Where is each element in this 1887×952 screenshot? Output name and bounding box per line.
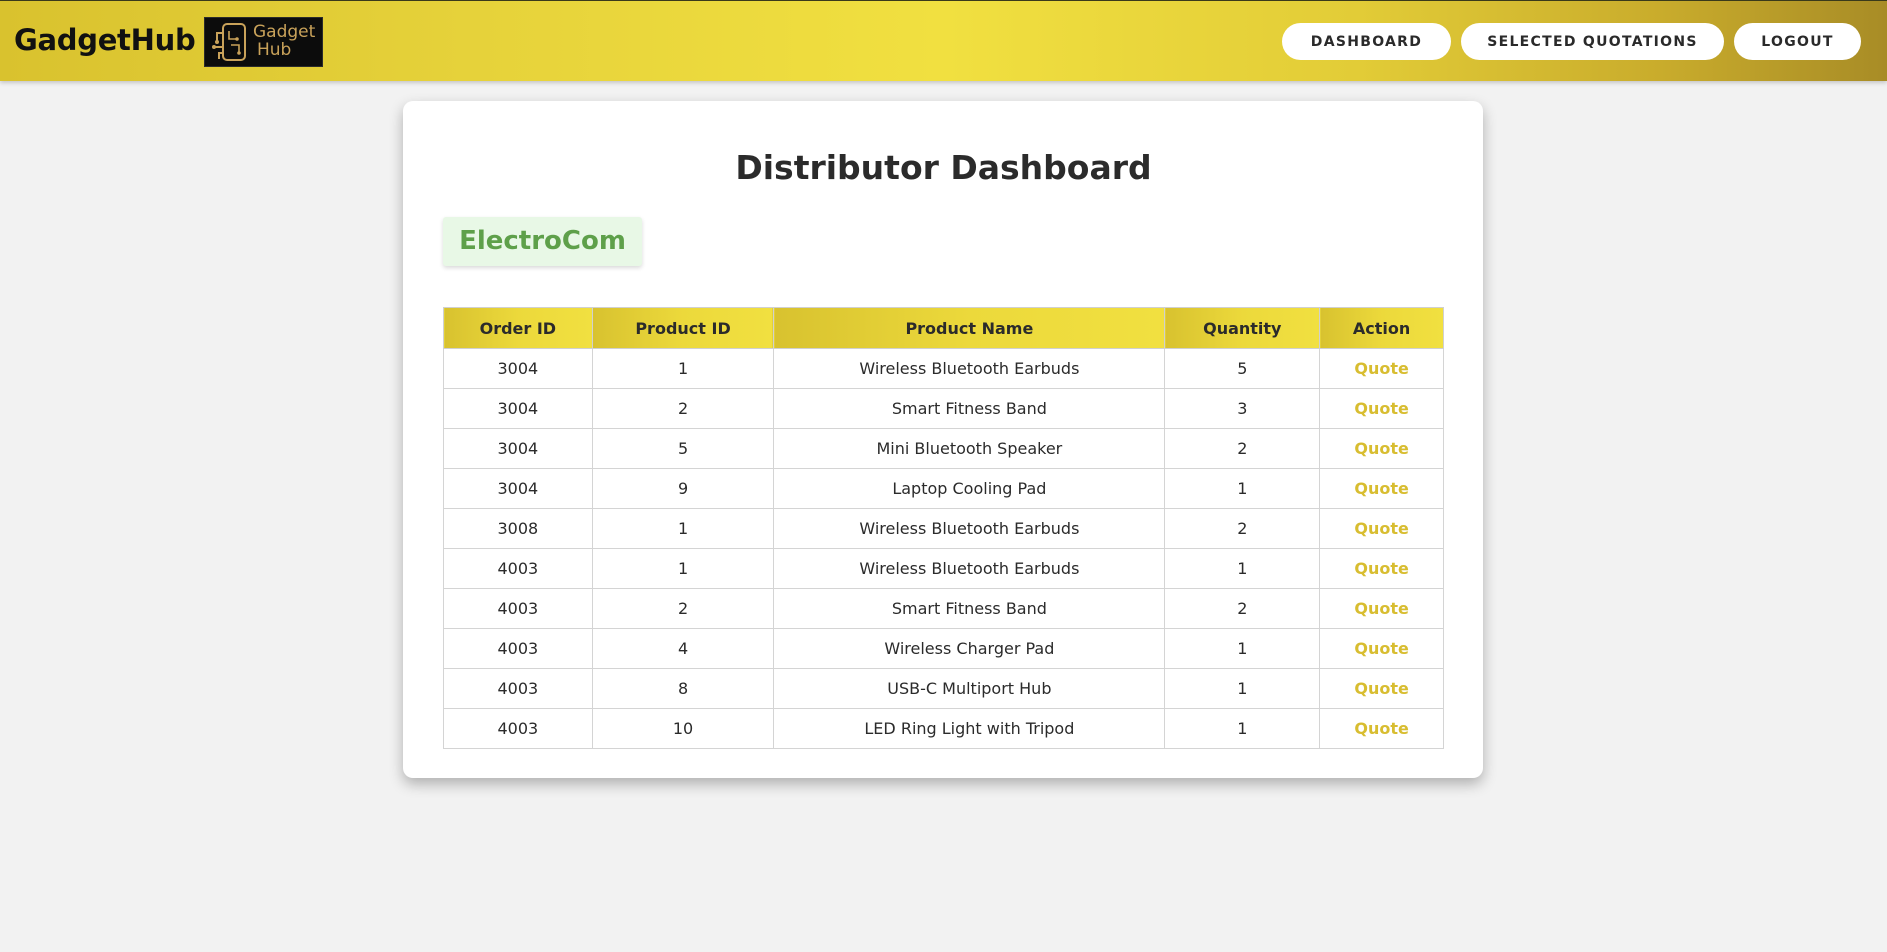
table-row: 3008 1 Wireless Bluetooth Earbuds 2 Quot… [443,508,1444,549]
action-cell: Quote [1319,708,1444,749]
table-header-row: Order ID Product ID Product Name Quantit… [443,307,1444,349]
table-row: 4003 4 Wireless Charger Pad 1 Quote [443,628,1444,669]
action-cell: Quote [1319,508,1444,549]
quantity-cell: 2 [1164,588,1321,629]
action-cell: Quote [1319,548,1444,589]
product-name-cell: Laptop Cooling Pad [773,468,1166,509]
product-name-cell: Wireless Bluetooth Earbuds [773,348,1166,389]
product-name-cell: Smart Fitness Band [773,388,1166,429]
quantity-cell: 5 [1164,348,1321,389]
quantity-cell: 1 [1164,468,1321,509]
quote-link[interactable]: Quote [1354,439,1408,458]
order-id-cell: 4003 [443,588,593,629]
order-id-cell: 3004 [443,428,593,469]
product-id-cell: 2 [591,588,775,629]
table-row: 4003 10 LED Ring Light with Tripod 1 Quo… [443,708,1444,749]
quote-link[interactable]: Quote [1354,479,1408,498]
brand-name[interactable]: GadgetHub [14,23,196,57]
quantity-cell: 1 [1164,628,1321,669]
quantity-cell: 1 [1164,668,1321,709]
product-name-cell: USB-C Multiport Hub [773,668,1166,709]
table-row: 3004 2 Smart Fitness Band 3 Quote [443,388,1444,429]
action-cell: Quote [1319,348,1444,389]
quote-link[interactable]: Quote [1354,519,1408,538]
circuit-chip-icon [212,23,246,61]
product-name-cell: Wireless Bluetooth Earbuds [773,508,1166,549]
table-row: 4003 1 Wireless Bluetooth Earbuds 1 Quot… [443,548,1444,589]
order-id-cell: 3004 [443,348,593,389]
product-id-cell: 5 [591,428,775,469]
action-cell: Quote [1319,628,1444,669]
table-row: 4003 2 Smart Fitness Band 2 Quote [443,588,1444,629]
order-id-cell: 3008 [443,508,593,549]
quote-link[interactable]: Quote [1354,359,1408,378]
action-cell: Quote [1319,588,1444,629]
quantity-cell: 1 [1164,708,1321,749]
action-cell: Quote [1319,428,1444,469]
quantity-cell: 3 [1164,388,1321,429]
quote-link[interactable]: Quote [1354,399,1408,418]
orders-table: Order ID Product ID Product Name Quantit… [443,307,1444,749]
product-id-cell: 2 [591,388,775,429]
dashboard-button[interactable]: DASHBOARD [1282,23,1451,60]
action-cell: Quote [1319,468,1444,509]
order-id-cell: 4003 [443,708,593,749]
column-header-action: Action [1319,307,1444,349]
product-name-cell: Mini Bluetooth Speaker [773,428,1166,469]
quantity-cell: 1 [1164,548,1321,589]
order-id-cell: 4003 [443,548,593,589]
order-id-cell: 3004 [443,388,593,429]
page-title: Distributor Dashboard [735,148,1152,187]
product-id-cell: 10 [591,708,775,749]
product-name-cell: Wireless Bluetooth Earbuds [773,548,1166,589]
product-name-cell: LED Ring Light with Tripod [773,708,1166,749]
product-name-cell: Wireless Charger Pad [773,628,1166,669]
product-id-cell: 9 [591,468,775,509]
product-id-cell: 4 [591,628,775,669]
product-name-cell: Smart Fitness Band [773,588,1166,629]
quantity-cell: 2 [1164,428,1321,469]
column-header-product-id: Product ID [591,307,775,349]
column-header-order-id: Order ID [443,307,593,349]
quote-link[interactable]: Quote [1354,559,1408,578]
logout-button[interactable]: LOGOUT [1734,23,1861,60]
order-id-cell: 4003 [443,668,593,709]
table-row: 4003 8 USB-C Multiport Hub 1 Quote [443,668,1444,709]
product-id-cell: 1 [591,548,775,589]
brand-logo[interactable]: Gadget Hub [204,17,323,67]
action-cell: Quote [1319,668,1444,709]
company-badge: ElectroCom [443,217,642,266]
quote-link[interactable]: Quote [1354,639,1408,658]
logo-text-hub: Hub [257,40,292,60]
table-row: 3004 1 Wireless Bluetooth Earbuds 5 Quot… [443,348,1444,389]
logo-text-gadget: Gadget [253,22,316,42]
product-id-cell: 8 [591,668,775,709]
quote-link[interactable]: Quote [1354,679,1408,698]
product-id-cell: 1 [591,508,775,549]
quantity-cell: 2 [1164,508,1321,549]
action-cell: Quote [1319,388,1444,429]
top-navigation-bar: GadgetHub Gadget Hub DASHBOARD SELECTED … [0,0,1887,81]
column-header-quantity: Quantity [1164,307,1321,349]
column-header-product-name: Product Name [773,307,1166,349]
quote-link[interactable]: Quote [1354,719,1408,738]
order-id-cell: 3004 [443,468,593,509]
quote-link[interactable]: Quote [1354,599,1408,618]
table-row: 3004 9 Laptop Cooling Pad 1 Quote [443,468,1444,509]
order-id-cell: 4003 [443,628,593,669]
selected-quotations-button[interactable]: SELECTED QUOTATIONS [1461,23,1724,60]
table-row: 3004 5 Mini Bluetooth Speaker 2 Quote [443,428,1444,469]
product-id-cell: 1 [591,348,775,389]
